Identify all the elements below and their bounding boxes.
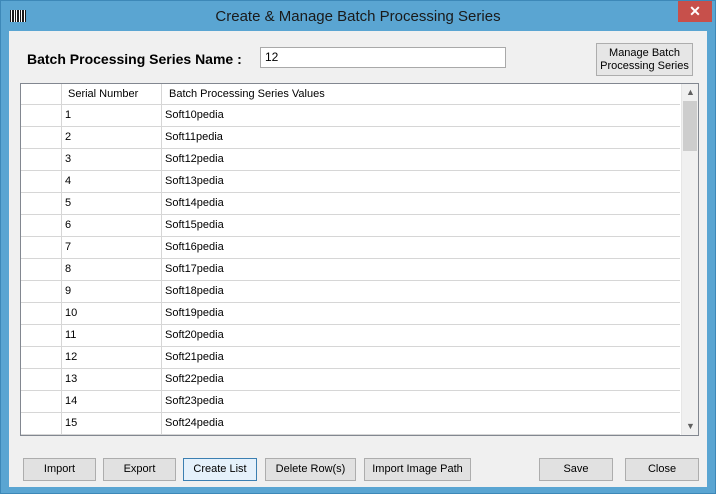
series-value-cell[interactable]: Soft24pedia — [162, 413, 680, 434]
serial-number-cell[interactable]: 9 — [62, 281, 162, 302]
title-bar[interactable]: Create & Manage Batch Processing Series … — [1, 1, 715, 31]
serial-number-cell[interactable]: 2 — [62, 127, 162, 148]
row-header-cell[interactable] — [21, 347, 62, 368]
series-value-cell[interactable]: Soft10pedia — [162, 105, 680, 126]
row-header-cell[interactable] — [21, 149, 62, 170]
serial-number-cell[interactable]: 8 — [62, 259, 162, 280]
table-row[interactable]: 4 Soft13pedia — [21, 171, 680, 193]
export-button[interactable]: Export — [103, 458, 176, 481]
table-row[interactable]: 6 Soft15pedia — [21, 215, 680, 237]
serial-number-cell[interactable]: 3 — [62, 149, 162, 170]
scroll-up-icon[interactable]: ▲ — [682, 84, 698, 101]
row-header-cell[interactable] — [21, 237, 62, 258]
column-header-series-values[interactable]: Batch Processing Series Values — [162, 84, 680, 105]
series-name-input[interactable]: 12 — [260, 47, 506, 68]
table-row[interactable]: 1 Soft10pedia — [21, 105, 680, 127]
series-value-cell[interactable]: Soft13pedia — [162, 171, 680, 192]
row-header-cell[interactable] — [21, 303, 62, 324]
client-area: Batch Processing Series Name : 12 Manage… — [9, 31, 707, 487]
row-header-cell[interactable] — [21, 105, 62, 126]
table-row[interactable]: 14 Soft23pedia — [21, 391, 680, 413]
serial-number-cell[interactable]: 15 — [62, 413, 162, 434]
window-title: Create & Manage Batch Processing Series — [215, 8, 501, 25]
close-button[interactable]: Close — [625, 458, 699, 481]
row-header-cell[interactable] — [21, 259, 62, 280]
series-value-cell[interactable]: Soft17pedia — [162, 259, 680, 280]
serial-number-cell[interactable]: 1 — [62, 105, 162, 126]
grid-corner-cell[interactable] — [21, 84, 62, 105]
table-row[interactable]: 13 Soft22pedia — [21, 369, 680, 391]
grid-header: Serial Number Batch Processing Series Va… — [21, 84, 680, 105]
table-row[interactable]: 12 Soft21pedia — [21, 347, 680, 369]
row-header-cell[interactable] — [21, 171, 62, 192]
table-row[interactable]: 3 Soft12pedia — [21, 149, 680, 171]
window-close-button[interactable]: ✕ — [678, 1, 712, 22]
serial-number-cell[interactable]: 5 — [62, 193, 162, 214]
table-row[interactable]: 7 Soft16pedia — [21, 237, 680, 259]
series-value-cell[interactable]: Soft16pedia — [162, 237, 680, 258]
manage-batch-series-button[interactable]: Manage Batch Processing Series — [596, 43, 693, 76]
serial-number-cell[interactable]: 7 — [62, 237, 162, 258]
row-header-cell[interactable] — [21, 193, 62, 214]
series-value-cell[interactable]: Soft20pedia — [162, 325, 680, 346]
serial-number-cell[interactable]: 12 — [62, 347, 162, 368]
serial-number-cell[interactable]: 14 — [62, 391, 162, 412]
row-header-cell[interactable] — [21, 215, 62, 236]
series-value-cell[interactable]: Soft19pedia — [162, 303, 680, 324]
series-value-cell[interactable]: Soft14pedia — [162, 193, 680, 214]
serial-number-cell[interactable]: 11 — [62, 325, 162, 346]
series-grid[interactable]: Serial Number Batch Processing Series Va… — [20, 83, 699, 436]
scroll-thumb[interactable] — [683, 101, 697, 151]
scroll-down-icon[interactable]: ▼ — [682, 418, 698, 435]
column-header-serial-number[interactable]: Serial Number — [62, 84, 162, 105]
series-name-label: Batch Processing Series Name : — [27, 51, 242, 67]
row-header-cell[interactable] — [21, 281, 62, 302]
table-row[interactable]: 9 Soft18pedia — [21, 281, 680, 303]
import-button[interactable]: Import — [23, 458, 96, 481]
save-button[interactable]: Save — [539, 458, 613, 481]
serial-number-cell[interactable]: 4 — [62, 171, 162, 192]
table-row[interactable]: 5 Soft14pedia — [21, 193, 680, 215]
row-header-cell[interactable] — [21, 127, 62, 148]
row-header-cell[interactable] — [21, 325, 62, 346]
series-value-cell[interactable]: Soft23pedia — [162, 391, 680, 412]
create-list-button[interactable]: Create List — [183, 458, 257, 481]
table-row[interactable]: 8 Soft17pedia — [21, 259, 680, 281]
serial-number-cell[interactable]: 10 — [62, 303, 162, 324]
row-header-cell[interactable] — [21, 369, 62, 390]
vertical-scrollbar[interactable]: ▲ ▼ — [681, 84, 698, 435]
series-value-cell[interactable]: Soft15pedia — [162, 215, 680, 236]
table-row[interactable]: 2 Soft11pedia — [21, 127, 680, 149]
row-header-cell[interactable] — [21, 391, 62, 412]
serial-number-cell[interactable]: 6 — [62, 215, 162, 236]
series-value-cell[interactable]: Soft11pedia — [162, 127, 680, 148]
row-header-cell[interactable] — [21, 413, 62, 434]
series-value-cell[interactable]: Soft18pedia — [162, 281, 680, 302]
table-row[interactable]: 10 Soft19pedia — [21, 303, 680, 325]
series-value-cell[interactable]: Soft22pedia — [162, 369, 680, 390]
series-value-cell[interactable]: Soft21pedia — [162, 347, 680, 368]
serial-number-cell[interactable]: 13 — [62, 369, 162, 390]
app-window: Create & Manage Batch Processing Series … — [0, 0, 716, 494]
delete-rows-button[interactable]: Delete Row(s) — [265, 458, 356, 481]
table-row[interactable]: 15 Soft24pedia — [21, 413, 680, 435]
import-image-path-button[interactable]: Import Image Path — [364, 458, 471, 481]
grid-rows: 1 Soft10pedia 2 Soft11pedia 3 Soft12pedia 4 Sof… — [21, 105, 680, 435]
table-row[interactable]: 11 Soft20pedia — [21, 325, 680, 347]
series-value-cell[interactable]: Soft12pedia — [162, 149, 680, 170]
